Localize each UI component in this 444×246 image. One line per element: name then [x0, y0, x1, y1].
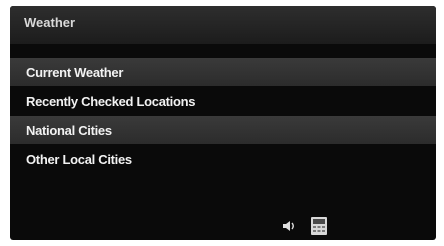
menu-item-national-cities[interactable]: National Cities	[10, 116, 436, 144]
phone-icon	[311, 217, 327, 235]
menu-item-label: National Cities	[26, 122, 112, 138]
menu-item-recently-checked-locations[interactable]: Recently Checked Locations	[10, 87, 436, 115]
menu-item-label: Other Local Cities	[26, 151, 132, 167]
weather-menu: Current Weather Recently Checked Locatio…	[10, 58, 436, 174]
menu-item-current-weather[interactable]: Current Weather	[10, 58, 436, 86]
menu-item-label: Current Weather	[26, 64, 124, 80]
menu-item-label: Recently Checked Locations	[26, 93, 196, 109]
menu-item-other-local-cities[interactable]: Other Local Cities	[10, 145, 436, 173]
status-bar	[10, 212, 436, 240]
weather-screen: Weather Current Weather Recently Checked…	[10, 6, 436, 240]
page-title: Weather	[24, 15, 76, 30]
speaker-icon	[283, 221, 294, 231]
header-bar: Weather	[10, 6, 436, 44]
